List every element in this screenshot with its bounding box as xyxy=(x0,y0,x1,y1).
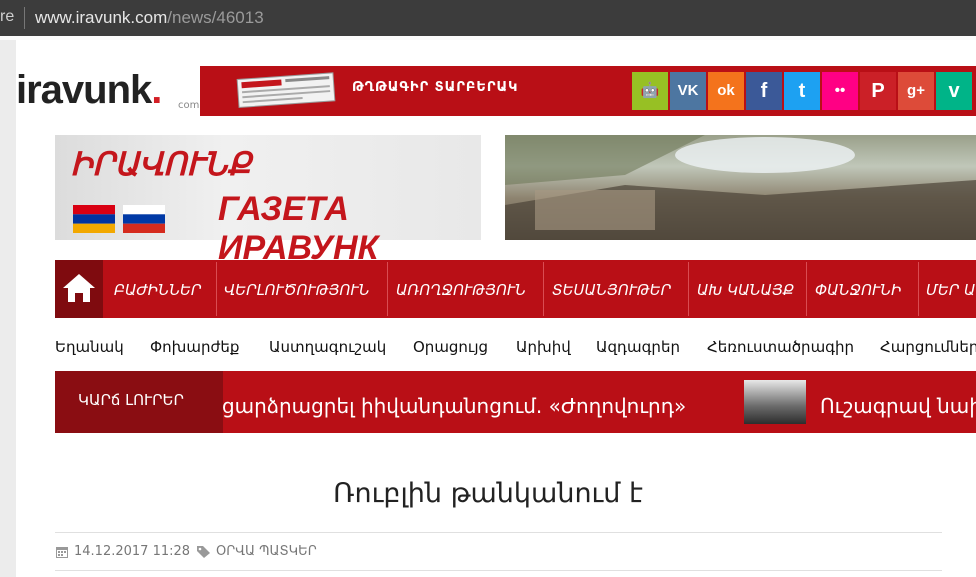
nav-item[interactable]: ՓԱՆՋՈՒՆԻ xyxy=(815,281,901,299)
ticker-label: ԿԱՐճ ԼՈՒՐԵՐ xyxy=(78,391,184,409)
subnav-item[interactable]: Եղանակ xyxy=(55,338,124,356)
nav-item[interactable]: ԱՌՈՂՋՈՒԹՅՈՒՆ xyxy=(396,281,526,299)
nav-item[interactable]: ԲԱԺԻՆՆԵՐ xyxy=(114,281,201,299)
flickr-icon[interactable]: •• xyxy=(822,72,858,110)
banner-title-armenian: ԻՐԱՎՈՒՆՔ xyxy=(70,146,252,182)
banner-title-russian: ГАЗЕТА ИРАВУНК xyxy=(218,190,379,267)
home-icon xyxy=(63,274,95,302)
nav-item[interactable]: ՏԵՍԱՆՅՈՒԹԵՐ xyxy=(552,281,671,299)
site-logo[interactable]: iravunk. com xyxy=(16,66,200,116)
address-field[interactable]: www.iravunk.com/news/46013 xyxy=(35,8,264,28)
ticker-headline[interactable]: ցարձրացրել իիվանդանոցում. «Ժողովուրդ» xyxy=(222,394,686,418)
header-photo-banner xyxy=(505,135,976,240)
subnav-item[interactable]: Ազդագրեր xyxy=(596,338,680,356)
article-title: Ռուբլին թանկանում է xyxy=(333,478,643,509)
armenia-flag-icon xyxy=(73,205,115,233)
tag-icon xyxy=(197,546,210,558)
facebook-icon[interactable]: f xyxy=(746,72,782,110)
vk-icon[interactable]: VK xyxy=(670,72,706,110)
android-icon[interactable]: 🤖 xyxy=(632,72,668,110)
newspaper-banner[interactable]: ԻՐԱՎՈՒՆՔ ГАЗЕТА ИРАВУНК xyxy=(55,135,481,267)
pinterest-icon[interactable]: P xyxy=(860,72,896,110)
ticker-headline[interactable]: Ուշագրավ նախ xyxy=(820,394,976,418)
ticker-thumbnail[interactable] xyxy=(744,380,806,424)
calendar-icon xyxy=(56,547,68,558)
logo-suffix: com xyxy=(178,100,200,111)
url-path: /news/46013 xyxy=(167,8,264,27)
tab-fragment: re xyxy=(0,8,15,25)
subnav-item[interactable]: Արխիվ xyxy=(516,338,571,356)
divider xyxy=(55,532,942,533)
nav-separator xyxy=(806,262,807,316)
nav-item[interactable]: ԱԽ ԿԱՆԱՅՔ xyxy=(697,281,794,299)
url-domain: www.iravunk.com xyxy=(35,8,168,27)
nav-separator xyxy=(543,262,544,316)
blurred-photo xyxy=(505,135,976,240)
subnav-item[interactable]: Օրացույց xyxy=(413,338,488,356)
nav-separator xyxy=(216,262,217,316)
nav-separator xyxy=(688,262,689,316)
nav-item[interactable]: ՄԵՐ ԱՍ xyxy=(926,281,976,299)
home-button[interactable] xyxy=(55,260,103,318)
browser-url-bar[interactable]: re www.iravunk.com/news/46013 xyxy=(0,0,976,36)
vine-icon[interactable]: v xyxy=(936,72,972,110)
nav-separator xyxy=(387,262,388,316)
twitter-icon[interactable]: t xyxy=(784,72,820,110)
subnav-item[interactable]: Փոխարժեք xyxy=(150,338,239,356)
subnav-item[interactable]: Աստղագուշակ xyxy=(269,338,386,356)
article-category-link[interactable]: ՕՐՎԱ ՊԱՏԿԵՐ xyxy=(216,544,317,559)
divider xyxy=(55,570,942,571)
article-date: 14.12.2017 11:28 xyxy=(74,544,191,559)
print-version-link[interactable]: ԹՂԹԱԳԻՐ ՏԱՐԲԵՐԱԿ xyxy=(352,80,518,95)
subnav-item[interactable]: Հարցումներ xyxy=(880,338,976,356)
google-plus-icon[interactable]: g+ xyxy=(898,72,934,110)
subnav-item[interactable]: Հեռուստածրագիր xyxy=(707,338,854,356)
russia-flag-icon xyxy=(123,205,165,233)
nav-separator xyxy=(918,262,919,316)
logo-text: iravunk. xyxy=(16,68,162,112)
url-separator xyxy=(24,7,25,29)
newspaper-icon[interactable] xyxy=(232,70,344,110)
nav-item[interactable]: ՎԵՐԼՈՒԾՈՒԹՅՈՒՆ xyxy=(224,281,370,299)
odnoklassniki-icon[interactable]: ok xyxy=(708,72,744,110)
